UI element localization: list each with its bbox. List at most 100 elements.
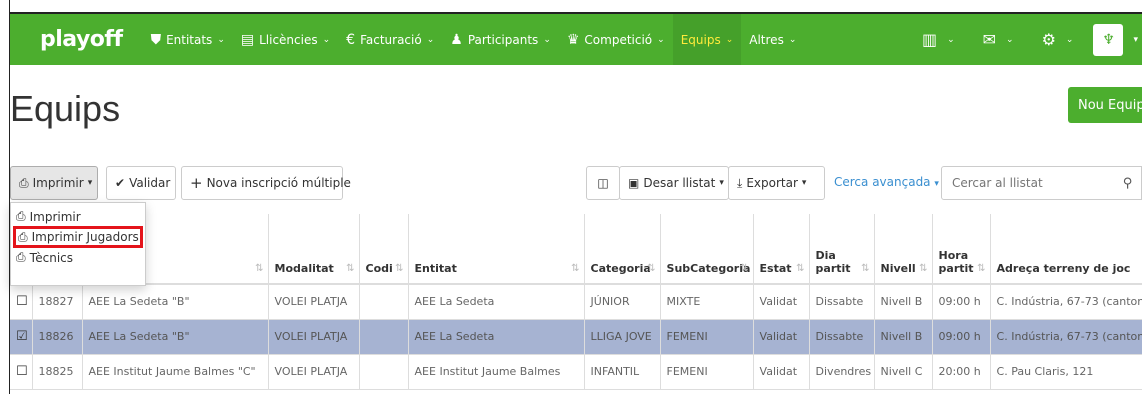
columns-toggle-button[interactable]: ◫	[586, 166, 620, 200]
table-row-selected[interactable]: ☑ 18826 AEE La Sedeta "B" VOLEI PLATJA A…	[10, 319, 1142, 355]
chevron-down-icon: ⌄	[543, 34, 551, 45]
table-row[interactable]: ☐ 18827 AEE La Sedeta "B" VOLEI PLATJA A…	[10, 284, 1142, 320]
header-entitat[interactable]: Entitat ⇅	[408, 214, 585, 285]
header-label: Nivell	[880, 261, 916, 275]
cell-dia: Dissabte	[809, 284, 875, 320]
cell-hora: 20:00 h	[932, 354, 991, 390]
header-modalitat[interactable]: Modalitat ⇅	[268, 214, 360, 285]
header-label: Hora partit	[938, 248, 974, 275]
euro-icon: €	[346, 31, 356, 48]
cell-entitat: AEE La Sedeta	[408, 319, 585, 355]
columns-icon: ◫	[597, 176, 609, 190]
cell-name: AEE La Sedeta "B"	[82, 319, 269, 355]
shield-icon: ⛊	[150, 31, 162, 48]
page-title: Equips	[10, 88, 121, 129]
checkbox-checked-icon[interactable]: ☑	[16, 329, 28, 344]
export-button[interactable]: ⤓ Exportar ▾	[728, 166, 825, 200]
nav-entitats-label: Entitats	[166, 32, 213, 47]
save-list-button[interactable]: ▣ Desar llistat ▾	[619, 166, 729, 200]
caret-down-icon: ▾	[934, 179, 939, 189]
advanced-search-label: Cerca avançada	[834, 175, 931, 189]
row-checkbox[interactable]: ☐	[10, 284, 33, 320]
cell-nivell: Nivell B	[874, 284, 933, 320]
cell-estat: Validat	[753, 284, 810, 320]
row-checkbox[interactable]: ☐	[10, 354, 33, 390]
cell-entitat: AEE Institut Jaume Balmes	[408, 354, 585, 390]
header-label: Modalitat	[274, 261, 334, 275]
printer-icon: ⎙	[18, 229, 28, 244]
cell-codi	[359, 319, 409, 355]
new-team-button[interactable]: Nou Equip	[1068, 87, 1142, 123]
new-multiple-registration-button[interactable]: + Nova inscripció múltiple	[181, 166, 351, 200]
checkbox-icon[interactable]: ☐	[16, 294, 28, 309]
id-card-icon: ▤	[240, 31, 255, 48]
header-adreca[interactable]: Adreça terreny de joc	[990, 214, 1142, 285]
header-estat[interactable]: Estat ⇅	[753, 214, 810, 285]
header-hora-partit[interactable]: Hora partit ⇅	[932, 214, 991, 285]
cell-estat: Validat	[753, 319, 810, 355]
cell-nivell: Nivell C	[874, 354, 933, 390]
bar-chart-icon: ▥	[921, 30, 938, 49]
cell-adreca: C. Indústria, 67-73 (cantonada	[990, 284, 1142, 320]
nav-competicio[interactable]: ♛ Competició ⌄	[559, 14, 673, 65]
menu-item-print-players[interactable]: ⎙ Imprimir Jugadors	[13, 226, 143, 248]
sort-icon: ⇅	[977, 263, 986, 274]
cell-estat: Validat	[753, 354, 810, 390]
advanced-search-link[interactable]: Cerca avançada ▾	[834, 175, 939, 189]
chevron-down-icon: ⌄	[426, 34, 435, 45]
validate-button-label: Validar	[129, 176, 171, 190]
brand-logo[interactable]: playoff	[40, 27, 123, 52]
cell-subcategoria: FEMENI	[660, 319, 754, 355]
header-dia-partit[interactable]: Dia partit ⇅	[809, 214, 875, 285]
nav-facturacio-label: Facturació	[360, 32, 422, 47]
print-dropdown-button[interactable]: ⎙ Imprimir ▾	[10, 166, 98, 200]
cell-subcategoria: MIXTE	[660, 284, 754, 320]
header-subcategoria[interactable]: SubCategoria ⇅	[660, 214, 754, 285]
plus-icon: +	[190, 174, 203, 192]
chevron-down-icon: ⌄	[217, 34, 225, 45]
search-icon: ⚲	[1122, 175, 1133, 191]
search-button[interactable]: ⚲	[1114, 166, 1142, 200]
table-row[interactable]: ☐ 18825 AEE Institut Jaume Balmes "C" VO…	[10, 354, 1142, 390]
trophy-icon: ♛	[566, 31, 580, 48]
chevron-down-icon[interactable]: ▾	[1133, 35, 1138, 45]
cell-adreca: C. Pau Claris, 121	[990, 354, 1142, 390]
nav-stats[interactable]: ▥ ⌄	[908, 14, 969, 65]
nav-facturacio[interactable]: € Facturació ⌄	[338, 14, 442, 65]
cell-hora: 09:00 h	[932, 284, 991, 320]
sort-icon: ⇅	[255, 263, 264, 274]
checkbox-icon[interactable]: ☐	[16, 364, 28, 379]
sort-icon: ⇅	[346, 263, 355, 274]
cell-id: 18826	[32, 319, 83, 355]
menu-item-technicians[interactable]: ⎙ Tècnics	[11, 248, 145, 267]
nav-settings[interactable]: ⚙ ⌄	[1028, 14, 1088, 65]
nav-altres[interactable]: Altres ⌄	[741, 14, 804, 65]
mail-icon: ✉	[982, 30, 997, 49]
cell-codi	[359, 284, 409, 320]
chevron-down-icon: ⌄	[947, 34, 955, 45]
header-categoria[interactable]: Categoria ⇅	[584, 214, 661, 285]
chevron-down-icon: ⌄	[725, 34, 734, 45]
sort-icon: ⇅	[647, 263, 656, 274]
menu-item-print[interactable]: ⎙ Imprimir	[11, 207, 145, 226]
header-codi[interactable]: Codi ⇅	[359, 214, 409, 285]
nav-entitats[interactable]: ⛊ Entitats ⌄	[143, 14, 233, 65]
nav-llicencies[interactable]: ▤ Llicències ⌄	[233, 14, 338, 65]
nav-participants-label: Participants	[467, 32, 539, 47]
header-nivell[interactable]: Nivell ⇅	[874, 214, 933, 285]
search-input[interactable]	[941, 166, 1115, 200]
nav-altres-label: Altres	[749, 32, 784, 47]
nav-participants[interactable]: ♟ Participants ⌄	[442, 14, 559, 65]
avatar[interactable]: ♆	[1093, 23, 1124, 56]
cell-categoria: INFANTIL	[584, 354, 661, 390]
cell-hora: 09:00 h	[932, 319, 991, 355]
sort-icon: ⇅	[740, 263, 749, 274]
validate-button[interactable]: ✔ Validar	[106, 166, 176, 200]
nav-equips[interactable]: Equips ⌄	[672, 14, 742, 65]
cell-entitat: AEE La Sedeta	[408, 284, 585, 320]
printer-icon: ⎙	[16, 209, 26, 223]
nav-messages[interactable]: ✉ ⌄	[969, 14, 1028, 65]
table-header-row: ⇅ Modalitat ⇅ Codi ⇅ Entitat ⇅ Categoria ⇅ S…	[10, 214, 1142, 285]
row-checkbox[interactable]: ☑	[10, 319, 33, 355]
header-label: Dia partit	[815, 248, 851, 275]
